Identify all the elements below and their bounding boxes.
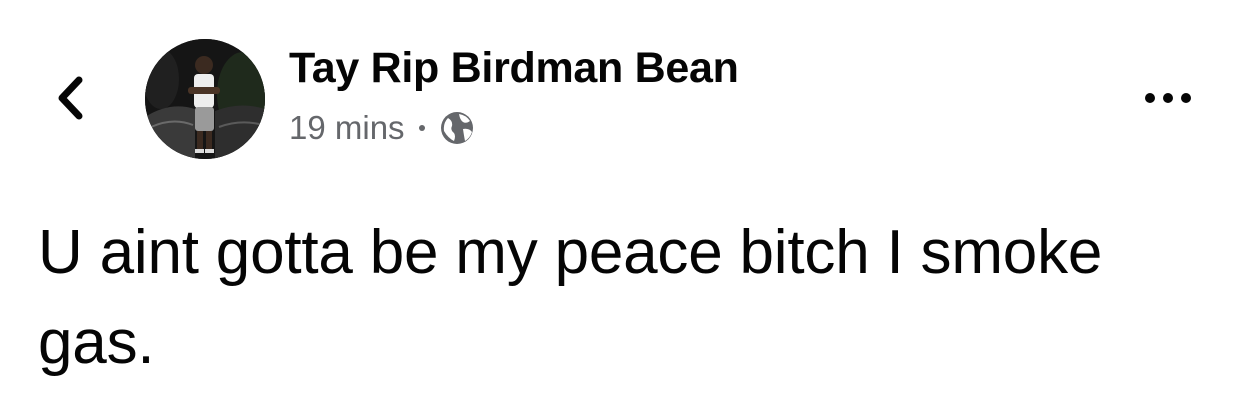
separator-dot <box>418 125 425 131</box>
post-meta: 19 mins <box>289 107 475 149</box>
globe-icon[interactable] <box>439 110 475 146</box>
back-button[interactable] <box>44 70 96 130</box>
post-text: U aint gotta be my peace bitch I smoke g… <box>38 218 1103 377</box>
chevron-left-icon <box>55 76 85 125</box>
timestamp[interactable]: 19 mins <box>289 109 405 147</box>
more-horizontal-icon <box>1144 91 1192 109</box>
more-options-button[interactable] <box>1140 82 1196 118</box>
avatar[interactable] <box>145 39 265 159</box>
author-name[interactable]: Tay Rip Birdman Bean <box>289 44 739 93</box>
